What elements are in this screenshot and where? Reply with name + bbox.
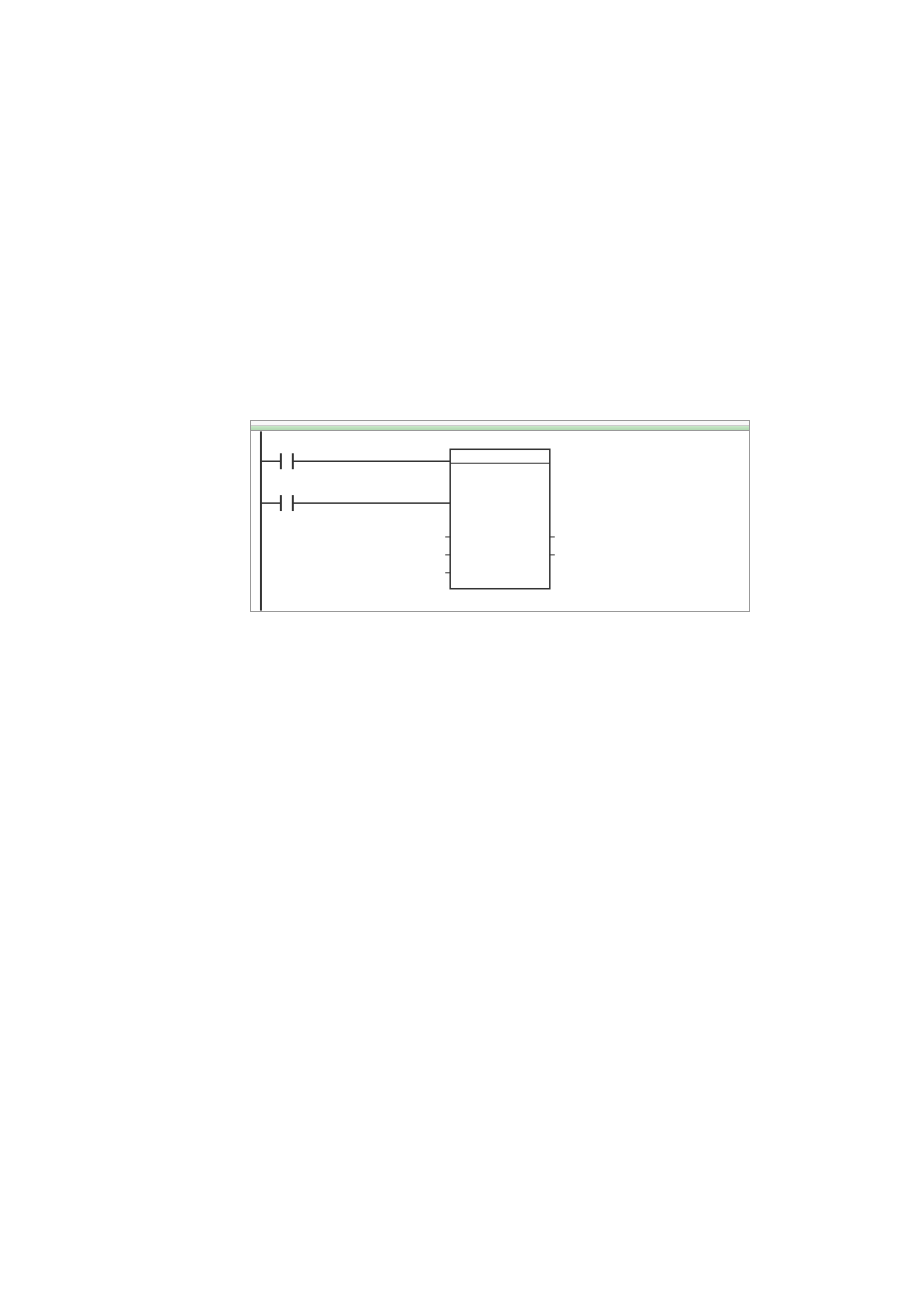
ladder-svg xyxy=(251,431,749,611)
ladder-diagram xyxy=(250,420,750,612)
ladder-body xyxy=(251,431,749,611)
